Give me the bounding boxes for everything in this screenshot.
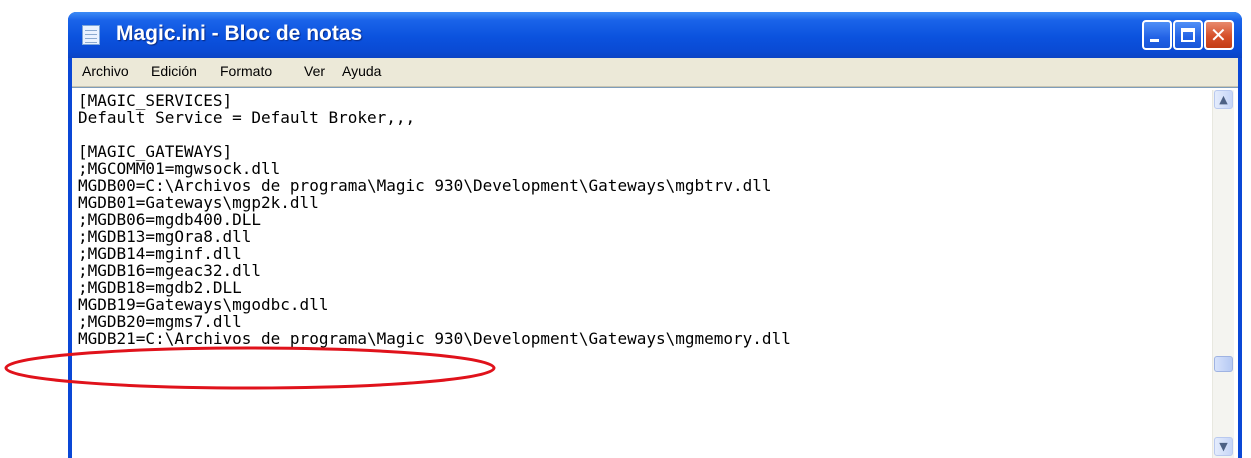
maximize-button[interactable] xyxy=(1173,20,1203,50)
menu-edicion[interactable]: Edición xyxy=(151,63,197,79)
scroll-down-button[interactable]: ▼ xyxy=(1214,437,1233,456)
menu-bar: Archivo Edición Formato Ver Ayuda xyxy=(72,58,1238,87)
scroll-up-button[interactable]: ▲ xyxy=(1214,90,1233,109)
editor-line: Default Service = Default Broker,,, xyxy=(78,108,416,127)
vertical-scrollbar[interactable]: ▲ ▼ xyxy=(1212,90,1234,458)
close-icon: ✕ xyxy=(1210,23,1227,47)
menu-ayuda[interactable]: Ayuda xyxy=(342,63,381,79)
menu-ver[interactable]: Ver xyxy=(304,63,325,79)
scroll-thumb[interactable] xyxy=(1214,356,1233,372)
chevron-up-icon: ▲ xyxy=(1219,93,1228,106)
menu-archivo[interactable]: Archivo xyxy=(82,63,129,79)
minimize-button[interactable] xyxy=(1142,20,1172,50)
maximize-icon xyxy=(1181,28,1195,42)
text-editor[interactable]: [MAGIC_SERVICES] Default Service = Defau… xyxy=(72,87,1238,458)
editor-content[interactable]: [MAGIC_SERVICES] Default Service = Defau… xyxy=(78,92,791,347)
minimize-icon xyxy=(1150,39,1159,42)
notepad-icon[interactable] xyxy=(82,25,100,45)
window-title: Magic.ini - Bloc de notas xyxy=(116,22,363,45)
close-button[interactable]: ✕ xyxy=(1204,20,1234,50)
notepad-window: Magic.ini - Bloc de notas ✕ Archivo Edic… xyxy=(68,12,1242,458)
title-bar[interactable]: Magic.ini - Bloc de notas ✕ xyxy=(68,12,1242,58)
chevron-down-icon: ▼ xyxy=(1219,440,1228,453)
editor-line: MGDB21=C:\Archivos de programa\Magic 930… xyxy=(78,329,791,348)
menu-formato[interactable]: Formato xyxy=(220,63,272,79)
